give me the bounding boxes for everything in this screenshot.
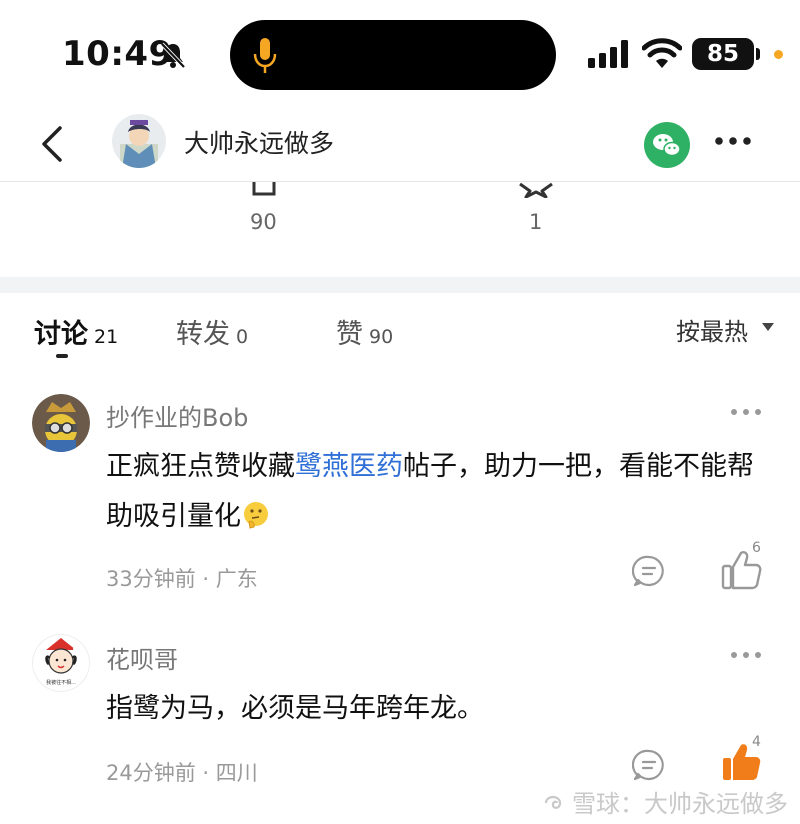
- comment-text-part: 正疯狂点赞收藏: [106, 451, 295, 482]
- comment-text: 正疯狂点赞收藏鹭燕医药帖子，助力一把，看能不能帮助吸引量化: [106, 442, 766, 542]
- tab-repost[interactable]: 转发 0: [176, 312, 248, 351]
- reply-icon[interactable]: [632, 554, 666, 588]
- like-icon[interactable]: [244, 182, 284, 198]
- more-icon[interactable]: [730, 651, 762, 659]
- comment-meta: 33分钟前 · 广东: [106, 563, 258, 593]
- tab-count: 21: [94, 326, 119, 348]
- like-count: 90: [250, 210, 277, 234]
- back-icon[interactable]: [36, 122, 72, 166]
- favorite-count: 1: [529, 210, 543, 234]
- comment-location: 广东: [215, 567, 258, 591]
- comment-like-count: 4: [752, 734, 761, 750]
- tab-label: 讨论: [34, 319, 88, 350]
- wechat-icon: [653, 134, 681, 157]
- tab-discussion[interactable]: 讨论 21: [34, 312, 118, 351]
- signal-icon: [588, 40, 628, 68]
- tab-likes[interactable]: 赞 90: [336, 312, 393, 351]
- avatar-caption: 我被往不相...: [46, 679, 76, 686]
- caret-down-icon[interactable]: [762, 322, 774, 332]
- meta-separator: ·: [195, 761, 216, 785]
- sort-dropdown[interactable]: 按最热: [676, 312, 748, 347]
- xueqiu-logo-icon: [544, 795, 562, 809]
- comment-text: 指鹭为马，必须是马年跨年龙。: [106, 693, 484, 724]
- privacy-dot: [774, 50, 783, 59]
- tab-label: 赞: [336, 319, 363, 350]
- more-icon[interactable]: [730, 408, 762, 416]
- comment-time: 33分钟前: [106, 567, 196, 591]
- active-tab-indicator: [56, 354, 68, 358]
- battery-tip: [756, 48, 760, 60]
- section-divider: [0, 277, 800, 293]
- author-name[interactable]: 大帅永远做多: [184, 124, 334, 160]
- author-avatar[interactable]: [112, 114, 166, 168]
- tab-label: 转发: [176, 319, 230, 350]
- tab-count: 90: [369, 326, 394, 348]
- battery-indicator: 85: [692, 38, 754, 70]
- star-icon[interactable]: [516, 182, 556, 198]
- wifi-icon: [642, 38, 682, 68]
- comment-username[interactable]: 抄作业的Bob: [106, 398, 248, 433]
- comment-username[interactable]: 花呗哥: [106, 640, 178, 675]
- meta-separator: ·: [195, 567, 216, 591]
- commenter-avatar[interactable]: [32, 394, 90, 452]
- bell-muted-icon: [160, 42, 186, 69]
- wechat-share-button[interactable]: [644, 122, 690, 168]
- nav-bar: 大帅永远做多: [0, 108, 800, 182]
- comment-like-count: 6: [752, 540, 761, 556]
- status-bar: 10:49 85: [0, 0, 800, 108]
- reply-icon[interactable]: [632, 748, 666, 782]
- status-time: 10:49: [62, 34, 173, 74]
- thinking-emoji-icon: [244, 502, 268, 529]
- comment-time: 24分钟前: [106, 761, 196, 785]
- tab-count: 0: [236, 326, 249, 348]
- stock-link[interactable]: 鹭燕医药: [295, 451, 403, 482]
- more-icon[interactable]: [714, 136, 752, 146]
- comment-location: 四川: [215, 761, 258, 785]
- watermark: 雪球：大帅永远做多: [540, 784, 788, 819]
- watermark-text: 雪球：大帅永远做多: [572, 790, 788, 818]
- mic-icon: [253, 38, 277, 73]
- commenter-avatar[interactable]: 我被往不相...: [32, 634, 90, 692]
- comment-meta: 24分钟前 · 四川: [106, 757, 258, 787]
- dynamic-island: [230, 20, 556, 90]
